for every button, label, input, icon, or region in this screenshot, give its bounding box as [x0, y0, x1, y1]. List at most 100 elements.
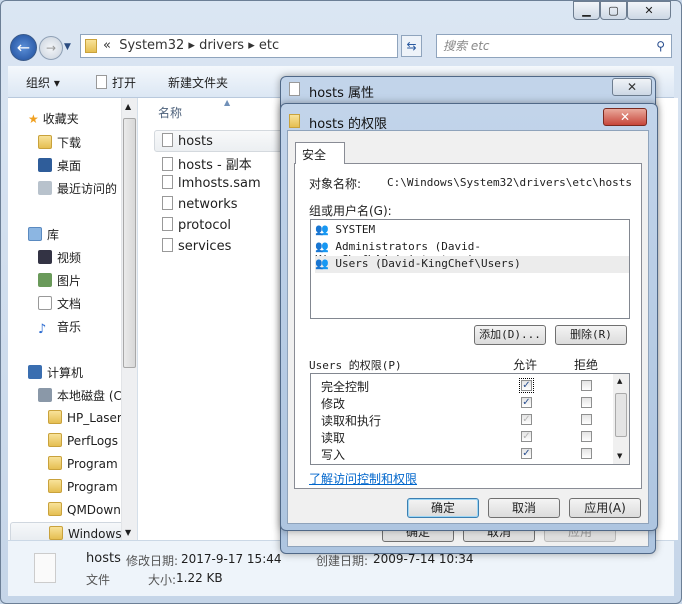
search-icon[interactable]: ⚲ — [656, 35, 665, 57]
nav-desktop[interactable]: 桌面 — [38, 157, 81, 174]
object-name-value: C:\Windows\System32\drivers\etc\hosts — [387, 176, 633, 189]
allow-checkbox[interactable]: ✓ — [521, 448, 532, 459]
nav-folder[interactable]: Program — [48, 456, 118, 471]
sort-ascending-icon: ▲ — [224, 98, 231, 107]
label: 图片 — [57, 274, 82, 288]
minimize-button[interactable]: ▁ — [573, 1, 600, 20]
open-label: 打开 — [112, 76, 137, 90]
drive-icon — [38, 388, 52, 402]
deny-checkbox[interactable] — [581, 397, 592, 408]
file-name: services — [178, 239, 232, 254]
breadcrumb-etc[interactable]: etc — [259, 38, 279, 53]
back-button[interactable]: ← — [10, 34, 37, 61]
scroll-up-icon[interactable]: ▲ — [617, 377, 622, 385]
breadcrumb-drivers[interactable]: drivers — [199, 38, 244, 53]
deny-checkbox[interactable] — [581, 431, 592, 442]
search-placeholder: 搜索 etc — [443, 39, 490, 53]
folder-icon — [48, 433, 62, 447]
address-bar[interactable]: « System32 ▸ drivers ▸ etc — [80, 34, 398, 58]
allow-checkbox[interactable]: ✓ — [519, 378, 534, 393]
deny-checkbox[interactable] — [581, 448, 592, 459]
folder-icon — [48, 502, 62, 516]
open-button[interactable]: 打开 — [96, 74, 136, 91]
nav-folder[interactable]: HP_Laser — [48, 410, 122, 425]
file-item[interactable]: hosts — [162, 133, 213, 149]
file-item[interactable]: lmhosts.sam — [162, 175, 261, 191]
desktop-icon — [38, 158, 52, 172]
nav-pictures[interactable]: 图片 — [38, 272, 81, 289]
nav-computer[interactable]: 计算机 — [28, 364, 83, 381]
maximize-button[interactable]: ▢ — [600, 1, 627, 20]
forward-button[interactable]: → — [39, 36, 63, 60]
file-item[interactable]: protocol — [162, 217, 231, 233]
scroll-up-icon[interactable]: ▲ — [125, 102, 131, 111]
search-input[interactable]: 搜索 etc ⚲ — [436, 34, 672, 58]
nav-folder[interactable]: Program — [48, 479, 118, 494]
label: Windows — [68, 527, 122, 540]
allow-checkbox[interactable]: ✓ — [521, 414, 532, 425]
scroll-down-icon[interactable]: ▼ — [125, 528, 131, 537]
column-header-name[interactable]: 名称 — [158, 104, 182, 121]
label: 视频 — [57, 251, 82, 265]
permission-scrollbar[interactable]: ▲ ▼ — [613, 374, 629, 464]
file-icon — [162, 196, 173, 210]
detail-modified: 2017-9-17 15:44 — [181, 552, 282, 566]
video-icon — [38, 250, 52, 264]
deny-checkbox[interactable] — [581, 414, 592, 425]
apply-button[interactable]: 应用(A) — [569, 498, 641, 518]
nav-folder[interactable]: QMDown — [48, 502, 121, 517]
tab-security[interactable]: 安全 — [295, 142, 345, 164]
nav-folder[interactable]: PerfLogs — [48, 433, 118, 448]
object-name-label: 对象名称: — [309, 177, 362, 191]
close-window-button[interactable]: ✕ — [627, 1, 671, 20]
nav-folder-selected[interactable]: Windows — [10, 522, 130, 540]
users-icon: 👥 — [315, 240, 329, 253]
file-icon — [96, 75, 107, 89]
folder-icon — [48, 456, 62, 470]
ok-button[interactable]: 确定 — [407, 498, 479, 518]
file-item[interactable]: networks — [162, 196, 238, 212]
learn-access-control-link[interactable]: 了解访问控制和权限 — [309, 470, 417, 487]
user-item[interactable]: 👥 SYSTEM — [315, 223, 375, 236]
nav-favorites[interactable]: ★ 收藏夹 — [28, 110, 79, 127]
breadcrumb-system32[interactable]: System32 — [119, 38, 184, 53]
nav-documents[interactable]: 文档 — [38, 295, 81, 312]
file-item[interactable]: hosts - 副本 — [162, 154, 252, 173]
label: 文档 — [57, 297, 82, 311]
history-dropdown-icon[interactable]: ▼ — [64, 42, 71, 52]
allow-checkbox[interactable]: ✓ — [521, 397, 532, 408]
file-item[interactable]: services — [162, 238, 231, 254]
nav-music[interactable]: ♪ 音乐 — [38, 318, 81, 338]
add-button[interactable]: 添加(D)... — [474, 325, 546, 345]
nav-scrollbar[interactable]: ▲ ▼ — [121, 98, 137, 540]
permissions-close-button[interactable]: ✕ — [603, 108, 647, 126]
breadcrumb-overflow: « — [103, 38, 111, 53]
cancel-button[interactable]: 取消 — [488, 498, 560, 518]
navigation-pane: ★ 收藏夹 下载 桌面 最近访问的 库 视频 图片 文档 ♪ 音乐 计算机 本地磁盘… — [8, 98, 138, 540]
permission-name: 修改 — [321, 397, 346, 411]
user-item-selected[interactable]: 👥 Users (David-KingChef\Users) — [315, 256, 629, 273]
remove-button[interactable]: 删除(R) — [555, 325, 627, 345]
properties-close-button[interactable]: ✕ — [612, 78, 652, 96]
allow-header: 允许 — [513, 358, 538, 372]
file-large-icon — [34, 553, 56, 583]
scroll-down-icon[interactable]: ▼ — [617, 452, 622, 460]
detail-modified-label: 修改日期: — [126, 554, 179, 568]
user-list: 👥 SYSTEM 👥 Administrators (David-KingChe… — [310, 219, 630, 319]
label: 收藏夹 — [42, 112, 79, 126]
nav-downloads[interactable]: 下载 — [38, 134, 81, 151]
organize-button[interactable]: 组织 ▾ — [26, 74, 60, 91]
permission-name: 完全控制 — [321, 380, 370, 394]
nav-recent[interactable]: 最近访问的 — [38, 180, 117, 197]
allow-checkbox[interactable]: ✓ — [521, 431, 532, 442]
scroll-thumb[interactable] — [615, 393, 627, 437]
music-icon: ♪ — [38, 322, 47, 337]
nav-libraries[interactable]: 库 — [28, 226, 59, 243]
refresh-icon[interactable]: ⇆ — [401, 35, 422, 57]
nav-local-disk[interactable]: 本地磁盘 (C — [38, 387, 122, 404]
new-folder-button[interactable]: 新建文件夹 — [168, 74, 228, 91]
tab-panel: 对象名称: C:\Windows\System32\drivers\etc\ho… — [294, 163, 642, 489]
scroll-thumb[interactable] — [123, 118, 136, 368]
nav-videos[interactable]: 视频 — [38, 249, 81, 266]
deny-checkbox[interactable] — [581, 380, 592, 391]
